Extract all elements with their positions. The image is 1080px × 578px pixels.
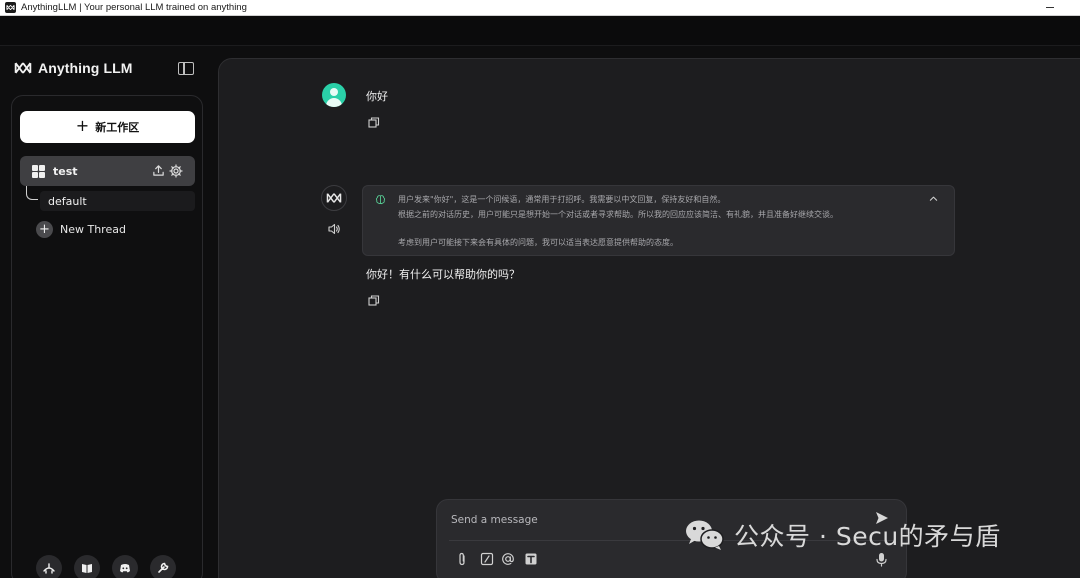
thread-item-default[interactable]: default: [40, 191, 195, 211]
docs-book-icon[interactable]: [74, 555, 100, 578]
anythingllm-app-icon: [5, 2, 16, 13]
window-title: AnythingLLM | Your personal LLM trained …: [21, 2, 247, 13]
assistant-message: 你好！有什么可以帮助你的吗？: [366, 268, 520, 281]
workspace-item-test[interactable]: test: [20, 156, 195, 186]
new-thread-label: New Thread: [60, 223, 126, 236]
upload-icon[interactable]: [152, 164, 165, 177]
paperclip-icon[interactable]: [455, 552, 469, 566]
brand-name: Anything LLM: [38, 60, 133, 76]
watermark: 公众号 · Secu的矛与盾: [684, 517, 1001, 553]
settings-wrench-icon[interactable]: [150, 555, 176, 578]
copy-icon[interactable]: [368, 117, 380, 129]
gear-icon[interactable]: [169, 164, 183, 178]
reasoning-panel: 用户发来"你好"，这是一个问候语，通常用于打招呼。我需要以中文回复，保持友好和自…: [362, 185, 955, 256]
speaker-icon[interactable]: [327, 222, 341, 236]
workspace-name: test: [53, 164, 78, 178]
thread-connector-line: [26, 186, 38, 200]
plus-circle-icon: +: [36, 221, 53, 238]
wechat-logo-icon: [686, 520, 724, 550]
window-title-bar: AnythingLLM | Your personal LLM trained …: [0, 0, 1080, 16]
anythingllm-logo-icon: [14, 62, 32, 74]
reasoning-line: 考虑到用户可能接下来会有具体的问题，我可以适当表达愿意提供帮助的态度。: [398, 238, 678, 247]
user-avatar: [322, 83, 346, 107]
new-workspace-button[interactable]: + 新工作区: [20, 111, 195, 143]
chevron-up-icon[interactable]: [929, 194, 938, 203]
community-hub-icon[interactable]: [36, 555, 62, 578]
text-size-icon[interactable]: [524, 552, 538, 566]
discord-icon[interactable]: [112, 555, 138, 578]
user-message: 你好: [366, 90, 388, 103]
anythingllm-logo-icon: [326, 193, 342, 203]
minimize-window-button[interactable]: [1046, 2, 1056, 12]
plus-icon: +: [75, 116, 90, 135]
reasoning-line: 根据之前的对话历史，用户可能只是想开始一个对话或者寻求帮助。所以我的回应应该简洁…: [398, 210, 838, 219]
top-strip: [0, 16, 1080, 46]
new-workspace-label: 新工作区: [95, 121, 140, 134]
copy-icon[interactable]: [368, 295, 380, 307]
slash-command-icon[interactable]: [480, 552, 494, 566]
workspace-grid-icon: [32, 164, 45, 178]
microphone-icon[interactable]: [875, 552, 888, 567]
brain-icon: [376, 195, 385, 205]
reasoning-line: 用户发来"你好"，这是一个问候语，通常用于打招呼。我需要以中文回复，保持友好和自…: [398, 195, 726, 204]
at-mention-icon[interactable]: [501, 552, 515, 566]
watermark-text: 公众号 · Secu的矛与盾: [734, 522, 1001, 551]
new-thread-button[interactable]: + New Thread: [36, 221, 126, 238]
assistant-avatar: [321, 185, 347, 211]
sidebar-toggle-icon[interactable]: [178, 62, 194, 75]
brand-logo: Anything LLM: [14, 60, 133, 76]
sidebar-footer: [36, 555, 176, 578]
